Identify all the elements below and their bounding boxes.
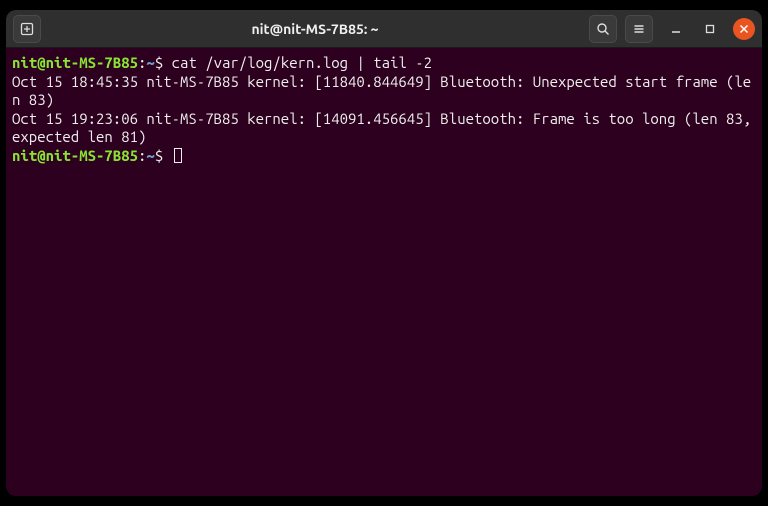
prompt-user-host-2: nit@nit-MS-7B85 xyxy=(12,147,138,164)
close-button[interactable] xyxy=(733,18,755,40)
maximize-button[interactable] xyxy=(699,18,721,40)
search-button[interactable] xyxy=(589,15,617,43)
new-tab-button[interactable] xyxy=(13,15,41,43)
prompt-symbol-2: $ xyxy=(155,147,172,164)
window-title: nit@nit-MS-7B85: ~ xyxy=(49,21,581,37)
prompt-path-2: ~ xyxy=(146,147,154,164)
terminal-content[interactable]: nit@nit-MS-7B85:~$ cat /var/log/kern.log… xyxy=(6,48,762,171)
output-line-1: Oct 15 18:45:35 nit-MS-7B85 kernel: [118… xyxy=(12,73,751,109)
terminal-window: nit@nit-MS-7B85: ~ nit@nit-MS-7B85:~$ ca… xyxy=(6,10,762,496)
prompt-path: ~ xyxy=(146,54,154,71)
hamburger-menu-button[interactable] xyxy=(625,15,653,43)
titlebar: nit@nit-MS-7B85: ~ xyxy=(6,10,762,48)
minimize-button[interactable] xyxy=(665,18,687,40)
cursor xyxy=(174,148,182,163)
prompt-symbol: $ xyxy=(155,54,172,71)
output-line-2: Oct 15 19:23:06 nit-MS-7B85 kernel: [140… xyxy=(12,110,760,146)
command-1: cat /var/log/kern.log | tail -2 xyxy=(172,54,432,71)
prompt-user-host: nit@nit-MS-7B85 xyxy=(12,54,138,71)
